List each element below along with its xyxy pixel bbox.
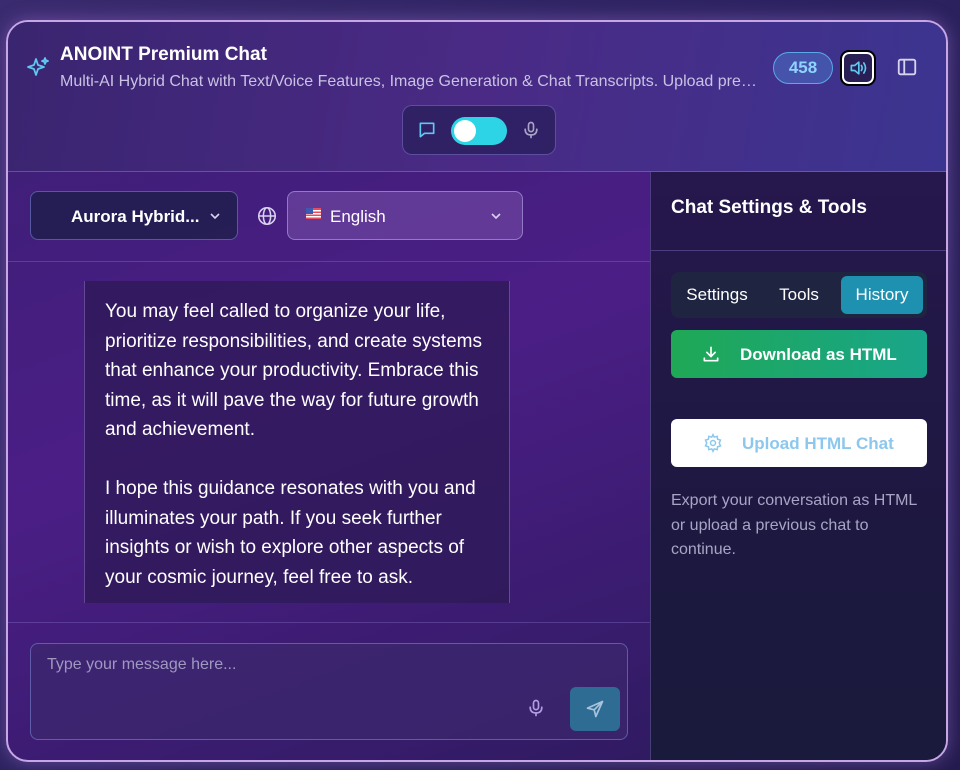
switch-knob (454, 120, 476, 142)
divider (651, 250, 946, 251)
app-title: ANOINT Premium Chat (60, 44, 267, 65)
chat-window: ANOINT Premium Chat Multi-AI Hybrid Chat… (6, 20, 948, 762)
assistant-message: You may feel called to organize your lif… (84, 281, 510, 603)
tab-settings[interactable]: Settings (675, 276, 759, 314)
message-list[interactable]: You may feel called to organize your lif… (8, 262, 650, 622)
chat-bubble-icon (419, 122, 435, 138)
composer (8, 622, 650, 760)
voice-output-button[interactable] (840, 50, 876, 86)
sparkle-icon (27, 57, 49, 76)
chat-controls: Aurora Hybrid... English (8, 172, 650, 262)
app-subtitle: Multi-AI Hybrid Chat with Text/Voice Fea… (60, 73, 760, 90)
message-input[interactable] (30, 643, 628, 740)
globe-icon (257, 206, 277, 226)
language-select[interactable]: English (287, 191, 523, 240)
sidebar-tabs: Settings Tools History (671, 272, 927, 318)
upload-button-label: Upload HTML Chat (742, 434, 894, 453)
tab-history[interactable]: History (841, 276, 923, 314)
send-icon (586, 700, 604, 718)
chat-main: Aurora Hybrid... English You may feel ca… (8, 172, 650, 760)
chevron-down-icon (210, 213, 220, 220)
header: ANOINT Premium Chat Multi-AI Hybrid Chat… (8, 22, 946, 172)
model-select[interactable]: Aurora Hybrid... (30, 191, 238, 240)
sidebar-help-text: Export your conversation as HTML or uplo… (671, 492, 917, 558)
sidebar-title: Chat Settings & Tools (671, 197, 867, 218)
download-button-label: Download as HTML (740, 345, 897, 364)
speaker-icon (850, 61, 867, 75)
gear-icon (704, 433, 722, 453)
mode-switch[interactable] (451, 117, 507, 145)
upload-html-button[interactable]: Upload HTML Chat (671, 419, 927, 467)
message-paragraph: I hope this guidance resonates with you … (105, 478, 476, 588)
tab-tools[interactable]: Tools (767, 276, 831, 314)
model-select-value: Aurora Hybrid... (71, 207, 200, 226)
message-paragraph: You may feel called to organize your lif… (105, 301, 482, 440)
language-select-value: English (330, 207, 386, 226)
microphone-icon[interactable] (526, 698, 546, 718)
settings-sidebar: Chat Settings & Tools Settings Tools His… (650, 172, 946, 760)
text-voice-mode-toggle (402, 105, 556, 155)
credit-badge: 458 (773, 52, 833, 84)
us-flag-icon (306, 208, 321, 219)
microphone-icon (524, 121, 538, 139)
chevron-down-icon (491, 213, 501, 220)
send-button[interactable] (570, 687, 620, 731)
download-icon (703, 346, 719, 362)
sidebar-toggle-icon[interactable] (896, 56, 918, 78)
download-html-button[interactable]: Download as HTML (671, 330, 927, 378)
